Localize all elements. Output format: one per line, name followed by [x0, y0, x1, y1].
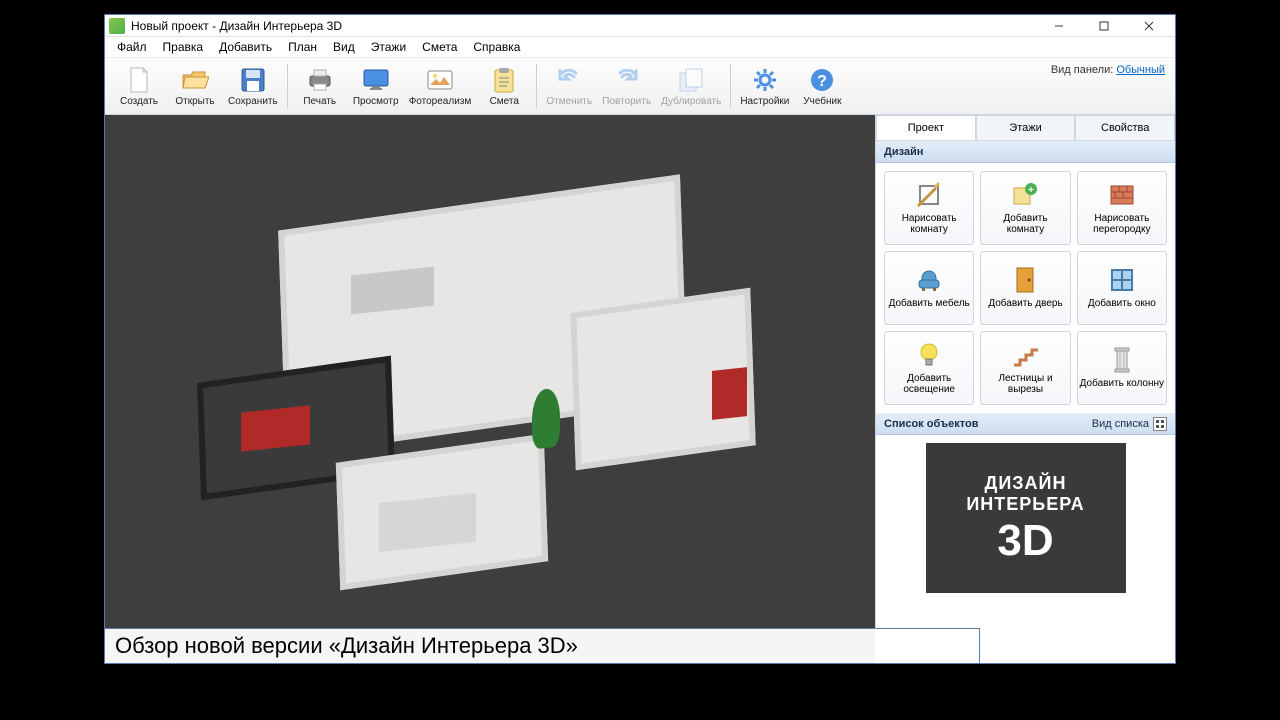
titlebar: Новый проект - Дизайн Интерьера 3D	[105, 15, 1175, 37]
window-title: Новый проект - Дизайн Интерьера 3D	[131, 19, 1036, 33]
window-icon	[1108, 266, 1136, 294]
new-file-icon	[125, 66, 153, 94]
undo-icon	[555, 66, 583, 94]
clipboard-icon	[490, 66, 518, 94]
redo-icon	[613, 66, 641, 94]
undo-button[interactable]: Отменить	[541, 60, 597, 112]
menu-file[interactable]: Файл	[109, 38, 155, 56]
printer-icon	[306, 66, 334, 94]
redo-button[interactable]: Повторить	[597, 60, 656, 112]
toolbar: Создать Открыть Сохранить Печать Просмот…	[105, 57, 1175, 115]
create-button[interactable]: Создать	[111, 60, 167, 112]
draw-room-icon	[915, 181, 943, 209]
menu-plan[interactable]: План	[280, 38, 325, 56]
design-buttons-grid: Нарисовать комнату + Добавить комнату На…	[876, 163, 1175, 413]
help-icon: ?	[808, 66, 836, 94]
menu-view[interactable]: Вид	[325, 38, 363, 56]
duplicate-icon	[677, 66, 705, 94]
panel-view-link[interactable]: Обычный	[1116, 64, 1165, 76]
panel-tabs: Проект Этажи Свойства	[876, 115, 1175, 141]
video-caption: Обзор новой версии «Дизайн Интерьера 3D»	[104, 628, 980, 664]
menu-add[interactable]: Добавить	[211, 38, 280, 56]
help-button[interactable]: ? Учебник	[794, 60, 850, 112]
settings-button[interactable]: Настройки	[735, 60, 794, 112]
add-column-button[interactable]: Добавить колонну	[1077, 331, 1167, 405]
render-icon	[426, 66, 454, 94]
maximize-button[interactable]	[1081, 16, 1126, 36]
folder-open-icon	[181, 66, 209, 94]
stairs-icon	[1011, 341, 1039, 369]
door-icon	[1011, 266, 1039, 294]
group-header-objects: Список объектов Вид списка	[876, 413, 1175, 435]
floorplan-render	[144, 142, 837, 635]
add-room-button[interactable]: + Добавить комнату	[980, 171, 1070, 245]
lightbulb-icon	[915, 341, 943, 369]
body: Проект Этажи Свойства Дизайн Нарисовать …	[105, 115, 1175, 663]
print-button[interactable]: Печать	[292, 60, 348, 112]
gear-icon	[751, 66, 779, 94]
preview-button[interactable]: Просмотр	[348, 60, 404, 112]
estimate-button[interactable]: Смета	[476, 60, 532, 112]
list-view-label: Вид списка	[1092, 418, 1149, 430]
duplicate-button[interactable]: Дублировать	[656, 60, 726, 112]
armchair-icon	[915, 266, 943, 294]
add-lighting-button[interactable]: Добавить освещение	[884, 331, 974, 405]
menu-edit[interactable]: Правка	[155, 38, 212, 56]
save-icon	[239, 66, 267, 94]
side-panel: Проект Этажи Свойства Дизайн Нарисовать …	[875, 115, 1175, 663]
promo-banner: ДИЗАЙН ИНТЕРЬЕРА 3D	[926, 443, 1126, 593]
open-button[interactable]: Открыть	[167, 60, 223, 112]
tab-floors[interactable]: Этажи	[976, 115, 1076, 140]
panel-view-selector: Вид панели: Обычный	[1051, 64, 1165, 76]
column-icon	[1108, 346, 1136, 374]
app-window: Новый проект - Дизайн Интерьера 3D Файл …	[104, 14, 1176, 664]
menubar: Файл Правка Добавить План Вид Этажи Смет…	[105, 37, 1175, 57]
app-icon	[109, 18, 125, 34]
draw-partition-button[interactable]: Нарисовать перегородку	[1077, 171, 1167, 245]
menu-floors[interactable]: Этажи	[363, 38, 414, 56]
3d-viewport[interactable]	[105, 115, 875, 663]
tab-properties[interactable]: Свойства	[1075, 115, 1175, 140]
monitor-icon	[362, 66, 390, 94]
svg-text:?: ?	[817, 73, 827, 90]
add-furniture-button[interactable]: Добавить мебель	[884, 251, 974, 325]
draw-room-button[interactable]: Нарисовать комнату	[884, 171, 974, 245]
group-header-design: Дизайн	[876, 141, 1175, 163]
separator	[536, 64, 537, 108]
close-button[interactable]	[1126, 16, 1171, 36]
tab-project[interactable]: Проект	[876, 115, 976, 140]
svg-text:+: +	[1029, 185, 1035, 196]
minimize-button[interactable]	[1036, 16, 1081, 36]
save-button[interactable]: Сохранить	[223, 60, 283, 112]
list-view-toggle[interactable]	[1153, 417, 1167, 431]
separator	[730, 64, 731, 108]
brick-wall-icon	[1108, 181, 1136, 209]
separator	[287, 64, 288, 108]
add-door-button[interactable]: Добавить дверь	[980, 251, 1070, 325]
menu-help[interactable]: Справка	[465, 38, 528, 56]
add-window-button[interactable]: Добавить окно	[1077, 251, 1167, 325]
window-controls	[1036, 16, 1171, 36]
photorealism-button[interactable]: Фотореализм	[404, 60, 477, 112]
add-room-icon: +	[1011, 181, 1039, 209]
menu-estimate[interactable]: Смета	[414, 38, 465, 56]
add-stairs-button[interactable]: Лестницы и вырезы	[980, 331, 1070, 405]
